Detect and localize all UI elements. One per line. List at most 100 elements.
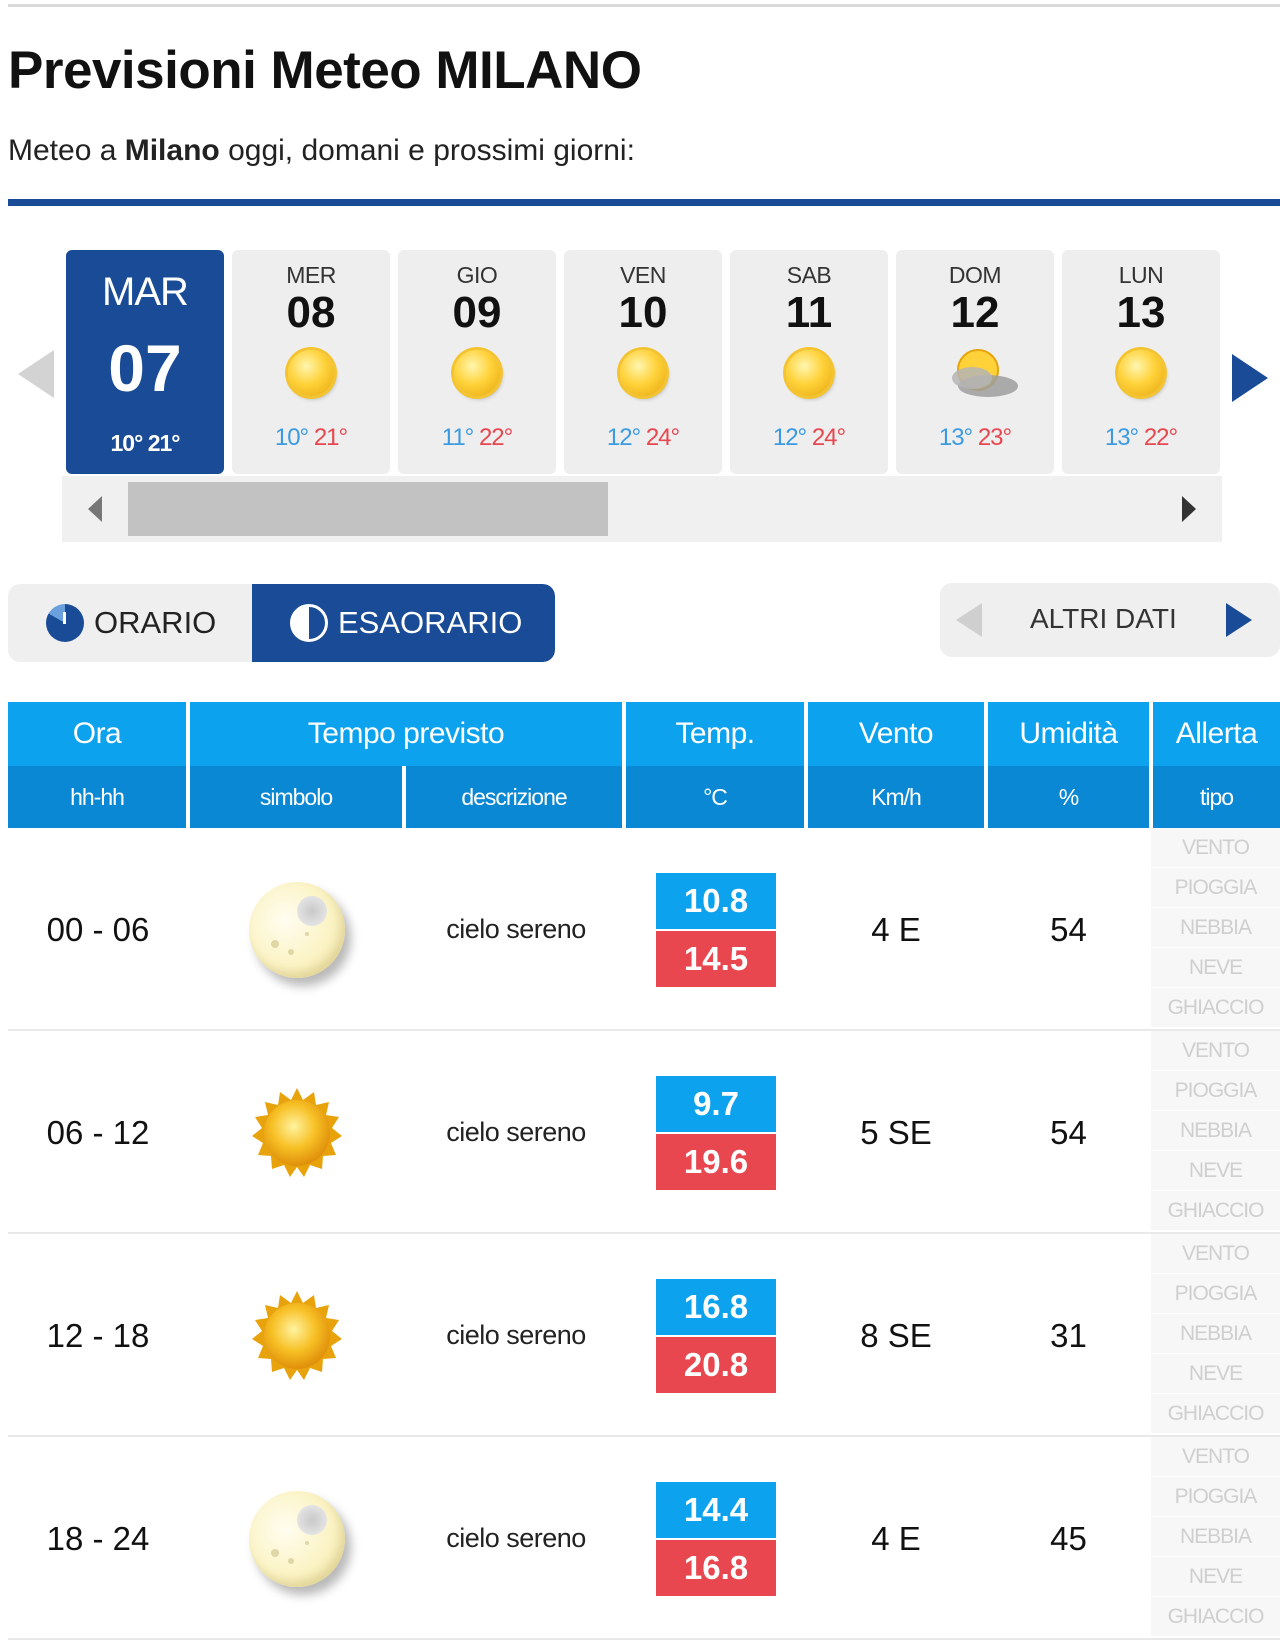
day-number: 08 [286, 288, 336, 337]
day-number: 10 [618, 288, 668, 337]
sun-icon [1118, 350, 1164, 396]
row-desc: cielo sereno [446, 1320, 586, 1350]
day-card-0[interactable]: MAR 07 10° 21° [66, 250, 224, 474]
alert-neve: NEVE [1151, 1354, 1280, 1394]
altri-dati-nav: ALTRI DATI [940, 583, 1280, 657]
day-temp-min: 10° [274, 424, 309, 451]
altri-prev-arrow-icon[interactable] [956, 603, 982, 637]
day-temps: 10° 21° [232, 424, 390, 452]
alert-vento: VENTO [1151, 1031, 1280, 1071]
day-temp-min: 12° [772, 424, 807, 451]
row-temp: 10.8 14.5 [626, 828, 806, 1031]
day-name: LUN [1118, 262, 1164, 288]
subtitle-post: oggi, domani e prossimi giorni: [219, 134, 635, 167]
th-sub-vento: Km/h [808, 766, 984, 828]
row-umidita: 45 [1050, 1519, 1087, 1557]
scroll-left-icon[interactable] [88, 496, 102, 522]
table-row: 18 - 24 cielo sereno 14.4 16.8 4 E 45 VE… [8, 1437, 1280, 1640]
th-allerta: Allerta [1153, 702, 1280, 766]
day-card-3[interactable]: VEN 10 12° 24° [564, 250, 722, 474]
day-temp-max: 22° [1143, 424, 1178, 451]
day-card-1[interactable]: MER 08 10° 21° [232, 250, 390, 474]
subtitle-city: Milano [124, 134, 220, 167]
page-title: Previsioni Meteo MILANO [8, 41, 642, 100]
alert-neve: NEVE [1151, 1557, 1280, 1597]
day-temp-max: 21° [147, 430, 181, 456]
scrollbar-thumb[interactable] [128, 482, 608, 536]
moon-icon [249, 881, 345, 978]
day-card-2[interactable]: GIO 09 11° 22° [398, 250, 556, 474]
next-days-arrow-icon[interactable] [1232, 354, 1268, 402]
esaorario-button[interactable]: ESAORARIO [252, 584, 555, 662]
day-card-6[interactable]: LUN 13 13° 22° [1062, 250, 1220, 474]
table-row: 12 - 18 cielo sereno 16.8 20.8 8 SE 31 V… [8, 1234, 1280, 1437]
orario-button[interactable]: ORARIO [8, 584, 252, 662]
day-number: 12 [950, 288, 1000, 337]
row-allerta: VENTO PIOGGIA NEBBIA NEVE GHIACCIO [1151, 1031, 1280, 1234]
day-temp-min: 13° [938, 424, 973, 451]
alert-nebbia: NEBBIA [1151, 1517, 1280, 1557]
row-desc: cielo sereno [446, 1117, 586, 1147]
alert-nebbia: NEBBIA [1151, 908, 1280, 948]
row-temp: 14.4 16.8 [626, 1437, 806, 1640]
day-card-4[interactable]: SAB 11 12° 24° [730, 250, 888, 474]
day-temp-min: 13° [1104, 424, 1139, 451]
row-ora: 12 - 18 [46, 1316, 150, 1354]
half-clock-icon [290, 604, 328, 642]
row-vento: 4 E [871, 1519, 921, 1557]
sun-icon [252, 1087, 342, 1177]
altri-dati-label[interactable]: ALTRI DATI [1030, 603, 1177, 635]
row-desc: cielo sereno [446, 914, 586, 944]
row-temp: 16.8 20.8 [626, 1234, 806, 1437]
days-scrollbar[interactable] [62, 476, 1222, 542]
row-vento: 4 E [871, 910, 921, 948]
day-temp-max: 22° [478, 424, 513, 451]
row-vento: 5 SE [860, 1113, 932, 1151]
row-umidita: 54 [1050, 1113, 1087, 1151]
day-temps: 12° 24° [730, 424, 888, 452]
row-symbol [188, 1234, 406, 1437]
altri-next-arrow-icon[interactable] [1226, 603, 1252, 637]
alert-ghiaccio: GHIACCIO [1151, 988, 1280, 1028]
table-row: 06 - 12 cielo sereno 9.7 19.6 5 SE 54 VE… [8, 1031, 1280, 1234]
row-symbol [188, 1031, 406, 1234]
alert-pioggia: PIOGGIA [1151, 1071, 1280, 1111]
alert-neve: NEVE [1151, 948, 1280, 988]
subtitle-pre: Meteo a [8, 134, 125, 167]
day-temp-max: 23° [977, 424, 1012, 451]
sun-icon [252, 1290, 342, 1380]
prev-days-arrow-icon[interactable] [18, 350, 54, 398]
scroll-right-icon[interactable] [1182, 496, 1196, 522]
table-row: 00 - 06 cielo sereno 10.8 14.5 4 E 54 VE… [8, 828, 1280, 1031]
alert-vento: VENTO [1151, 1437, 1280, 1477]
day-temp-min: 11° [441, 424, 475, 451]
day-name: MER [286, 262, 336, 288]
row-temp: 9.7 19.6 [626, 1031, 806, 1234]
orario-label: ORARIO [94, 605, 217, 640]
alert-ghiaccio: GHIACCIO [1151, 1597, 1280, 1637]
view-toggle: ORARIO ESAORARIO [8, 584, 555, 662]
th-temp: Temp. [626, 702, 804, 766]
day-temps: 13° 23° [896, 424, 1054, 452]
sun-icon [620, 350, 666, 396]
day-name: GIO [456, 262, 498, 288]
temp-min-box: 16.8 [656, 1278, 776, 1335]
row-ora: 18 - 24 [46, 1519, 150, 1557]
row-symbol [188, 1437, 406, 1640]
alert-ghiaccio: GHIACCIO [1151, 1191, 1280, 1231]
day-card-5[interactable]: DOM 12 13° 23° [896, 250, 1054, 474]
th-sub-simbolo: simbolo [190, 766, 402, 828]
clock-icon [46, 604, 84, 642]
temp-min-box: 14.4 [656, 1481, 776, 1538]
temp-max-box: 19.6 [656, 1133, 776, 1190]
row-allerta: VENTO PIOGGIA NEBBIA NEVE GHIACCIO [1151, 828, 1280, 1031]
alert-vento: VENTO [1151, 1234, 1280, 1274]
temp-max-box: 16.8 [656, 1539, 776, 1596]
temp-min-box: 9.7 [656, 1075, 776, 1132]
temp-max-box: 20.8 [656, 1336, 776, 1393]
partly-cloudy-icon [952, 349, 1018, 397]
day-temp-max: 21° [313, 424, 348, 451]
row-allerta: VENTO PIOGGIA NEBBIA NEVE GHIACCIO [1151, 1234, 1280, 1437]
row-umidita: 54 [1050, 910, 1087, 948]
day-number: 07 [108, 331, 182, 405]
